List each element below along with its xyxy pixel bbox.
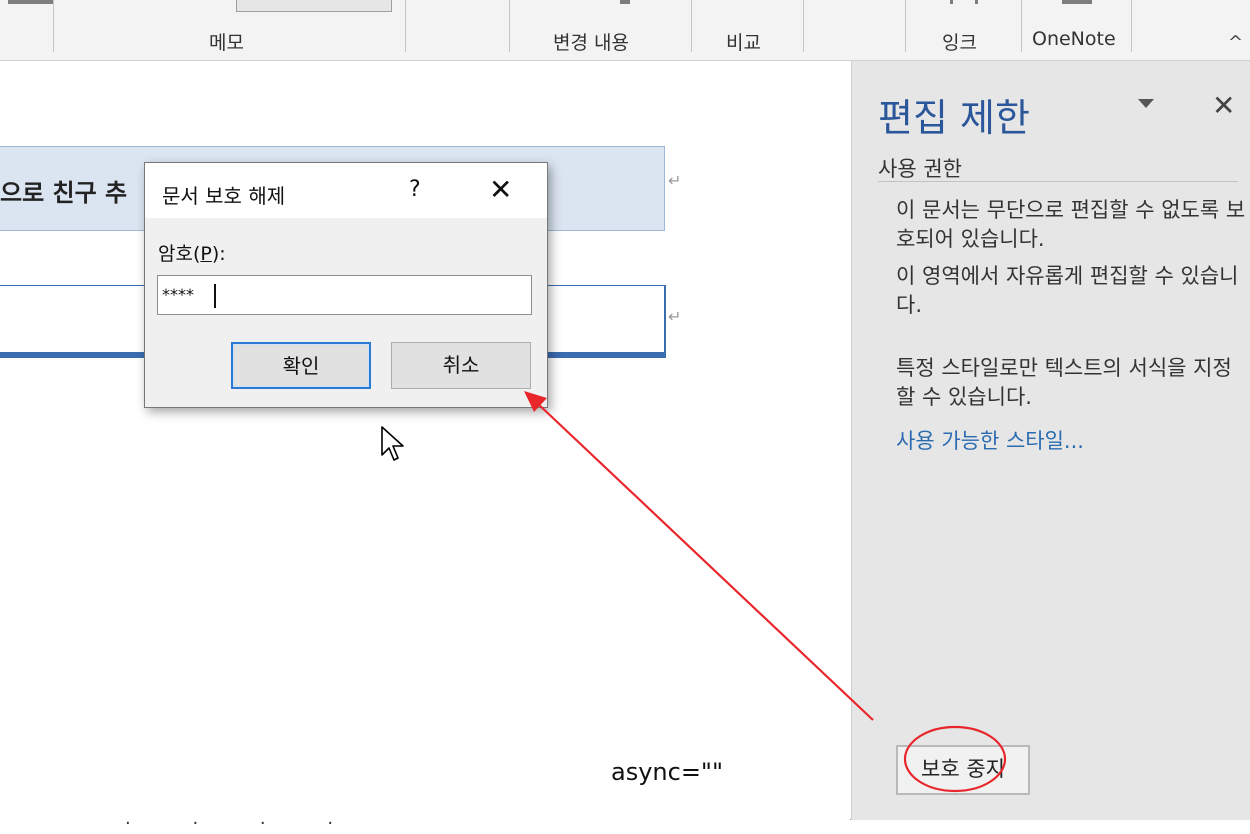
password-label-accesskey: P	[200, 243, 212, 265]
ribbon-separator	[1131, 0, 1132, 52]
dialog-title: 문서 보호 해제	[162, 184, 286, 208]
password-label: 암호(P):	[158, 243, 226, 265]
unprotect-document-dialog: 문서 보호 해제 ? ✕ 암호(P): **** 확인 취소	[144, 162, 548, 408]
editable-region-message: 이 영역에서 자유롭게 편집할 수 있습니다.	[896, 264, 1239, 317]
pane-close-icon[interactable]: ✕	[1212, 89, 1235, 122]
pane-options-dropdown-icon[interactable]	[1138, 99, 1154, 108]
paragraph-mark-icon: ↵	[668, 307, 682, 326]
ribbon-separator	[905, 0, 906, 52]
style-restriction-message: 특정 스타일로만 텍스트의 서식을 지정할 수 있습니다.	[896, 356, 1232, 409]
paragraph-mark-icon: ↵	[668, 171, 682, 190]
ribbon-separator	[405, 0, 406, 52]
ribbon-group-memo: 메모	[209, 32, 244, 54]
ribbon-separator	[803, 0, 804, 52]
ribbon-group-ink: 잉크	[942, 32, 977, 54]
password-value: ****	[162, 285, 194, 304]
ribbon-group-changes: 변경 내용	[553, 32, 629, 54]
ribbon-control-fragment	[8, 0, 53, 4]
chevron-up-icon[interactable]: ^	[1228, 32, 1243, 53]
stop-protection-button[interactable]: 보호 중지	[896, 745, 1030, 795]
ok-button[interactable]: 확인	[231, 342, 371, 389]
help-icon[interactable]: ?	[409, 177, 421, 202]
permissions-heading: 사용 권한	[878, 157, 962, 181]
dialog-titlebar: 문서 보호 해제 ? ✕	[145, 163, 547, 218]
ribbon-group-onenote: OneNote	[1032, 28, 1116, 50]
document-text: async=""	[611, 758, 724, 786]
ribbon-separator	[509, 0, 510, 52]
cell-heading-text: 으로 친구 추	[0, 179, 128, 207]
ribbon-group-compare: 비교	[726, 32, 761, 54]
document-text-fragment: · · · ·	[125, 813, 362, 834]
ribbon-separator	[1021, 0, 1022, 52]
section-divider	[878, 181, 1238, 182]
ribbon-icon-fragment	[1062, 0, 1092, 4]
restrict-editing-pane: 편집 제한 ✕ 사용 권한 이 문서는 무단으로 편집할 수 없도록 보호되어 …	[851, 61, 1250, 820]
cancel-button[interactable]: 취소	[391, 342, 531, 389]
protection-message: 이 문서는 무단으로 편집할 수 없도록 보호되어 있습니다.	[896, 198, 1246, 251]
ribbon-icon-fragment	[950, 0, 953, 4]
ribbon: 메모 변경 내용 비교 잉크 OneNote ^	[0, 0, 1250, 61]
ribbon-button-stub[interactable]	[236, 0, 392, 12]
password-input[interactable]: ****	[157, 275, 532, 315]
ribbon-icon-fragment	[975, 0, 978, 4]
ribbon-separator	[691, 0, 692, 52]
ribbon-separator	[53, 0, 54, 52]
close-icon[interactable]: ✕	[489, 173, 512, 206]
pane-title: 편집 제한	[878, 96, 1030, 140]
available-styles-link[interactable]: 사용 가능한 스타일...	[896, 425, 1084, 455]
mouse-cursor-icon	[381, 426, 404, 461]
text-caret	[214, 284, 216, 308]
ribbon-icon-fragment	[620, 0, 630, 4]
